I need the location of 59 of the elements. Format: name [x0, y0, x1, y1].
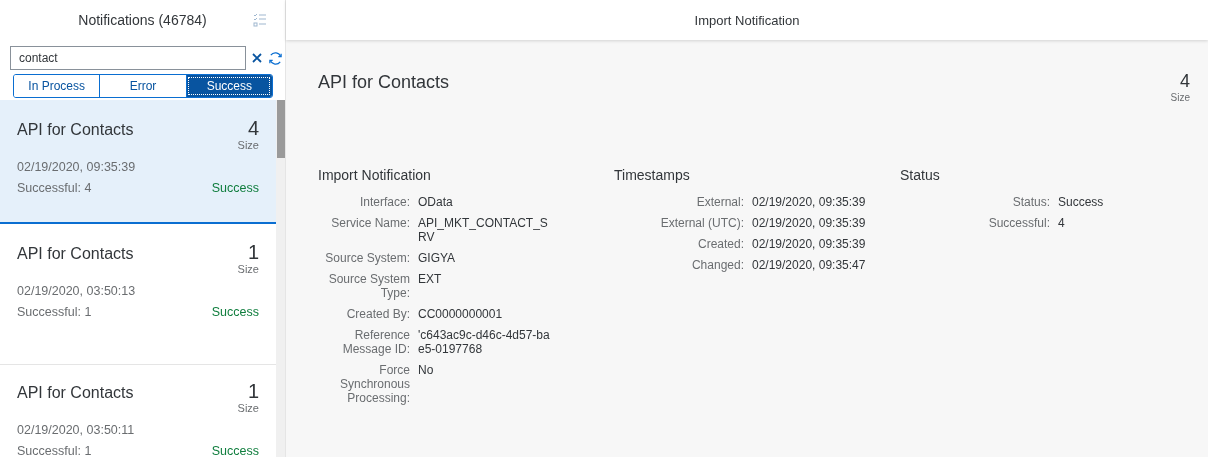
field-label: Created By:	[345, 306, 410, 321]
field-label: Reference Message ID:	[341, 327, 410, 356]
checklist-icon[interactable]	[253, 13, 267, 27]
field-value: OData	[418, 194, 454, 209]
field-label: Status:	[1011, 194, 1050, 209]
field-label: Created:	[696, 236, 744, 251]
size-label: Size	[1170, 91, 1190, 103]
status-text: Success	[211, 305, 259, 319]
field-value: Success	[1058, 194, 1105, 209]
notification-time: 02/19/2020, 09:35:39	[17, 160, 136, 174]
field-value: 02/19/2020, 09:35:39	[752, 194, 867, 209]
section-title: Status	[900, 166, 941, 183]
section-title: Timestamps	[614, 166, 691, 183]
success-count: Successful: 1	[17, 305, 92, 319]
notification-title: API for Contacts	[17, 384, 134, 402]
field-value: 02/19/2020, 09:35:39	[752, 215, 867, 230]
field-label: Interface:	[358, 194, 410, 209]
field-value: API_MKT_CONTACT_SRV	[418, 215, 549, 244]
size-label: Size	[237, 263, 259, 275]
field-value: EXT	[418, 271, 443, 288]
field-value: 'c643ac9c-d46c-4d57-bae5-0197768	[418, 327, 551, 356]
notification-title: API for Contacts	[17, 121, 134, 139]
field-value: GIGYA	[418, 250, 457, 265]
status-text: Success	[211, 444, 259, 457]
list-title: Notifications (46784)	[78, 12, 207, 28]
field-label: Source System Type:	[327, 271, 410, 300]
size-value: 1	[247, 380, 259, 402]
notification-time: 02/19/2020, 03:50:13	[17, 284, 136, 298]
notification-time: 02/19/2020, 03:50:11	[17, 423, 135, 437]
success-count: Successful: 1	[17, 444, 92, 457]
size-value: 4	[247, 117, 259, 139]
field-label: Source System:	[324, 250, 410, 265]
field-label: Successful:	[987, 215, 1050, 230]
detail-header: Import Notification	[694, 12, 800, 28]
field-value: 02/19/2020, 09:35:47	[752, 257, 867, 272]
field-label: Changed:	[690, 257, 744, 272]
notification-title: API for Contacts	[17, 245, 134, 263]
section-title: Import Notification	[318, 166, 432, 183]
notification-item[interactable]: API for Contacts 4 Size 02/19/2020, 09:35:39 Successful: 4 Success	[0, 100, 276, 224]
field-label: Service Name:	[330, 215, 410, 232]
field-value: 02/19/2020, 09:35:39	[752, 236, 867, 251]
filter-tab[interactable]: Success	[185, 75, 272, 97]
refresh-icon[interactable]	[268, 50, 283, 66]
scrollbar[interactable]	[276, 100, 285, 457]
size-label: Size	[237, 402, 259, 414]
field-value: 4	[1058, 215, 1066, 230]
size-value: 1	[247, 241, 259, 263]
field-label: External:	[695, 194, 744, 209]
detail-title: API for Contacts	[318, 72, 450, 94]
success-count: Successful: 4	[17, 181, 92, 195]
field-label: Force Synchronous Processing:	[338, 362, 410, 405]
size-value: 4	[1180, 72, 1190, 92]
search-field[interactable]: contact	[10, 46, 246, 70]
field-value: CC0000000001	[418, 306, 504, 321]
field-label: External (UTC):	[659, 215, 744, 230]
field-value: No	[418, 362, 435, 379]
clear-icon[interactable]	[252, 53, 262, 63]
size-label: Size	[237, 139, 259, 151]
status-text: Success	[211, 181, 259, 195]
